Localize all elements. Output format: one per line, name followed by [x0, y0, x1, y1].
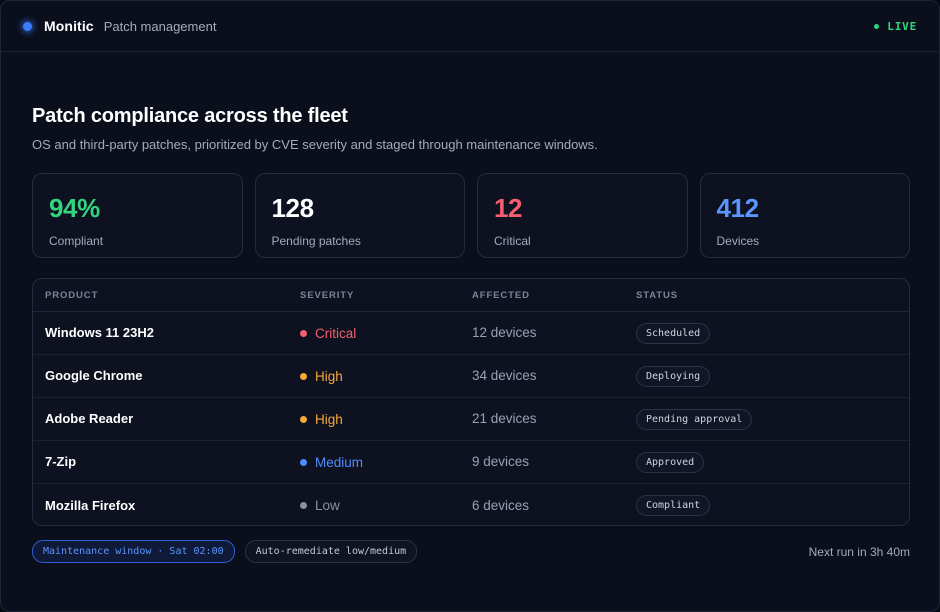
page-header: Patch compliance across the fleet OS and… — [32, 105, 598, 152]
kpi-label: Compliant — [49, 234, 104, 248]
severity: Critical — [300, 326, 472, 341]
kpi-card-compliant[interactable]: 94% Compliant — [32, 173, 243, 258]
severity: High — [300, 412, 472, 427]
product-name: Adobe Reader — [45, 411, 134, 426]
status-badge: Deploying — [636, 365, 711, 387]
severity-dot-icon — [300, 415, 307, 423]
kpi-label: Devices — [716, 234, 760, 248]
column-header-product[interactable]: PRODUCT — [33, 290, 300, 301]
brand-logo-icon — [23, 21, 32, 31]
kpi-value: 12 — [494, 193, 523, 223]
product-name: 7-Zip — [45, 454, 77, 469]
severity-label: High — [315, 368, 343, 384]
kpi-card-devices[interactable]: 412 Devices — [699, 173, 910, 258]
kpi-card-pending-patches[interactable]: 128 Pending patches — [254, 173, 465, 258]
top-bar: Monitic Patch management LIVE — [1, 1, 939, 52]
table-row[interactable]: Mozilla Firefox Low 6 devices Compliant — [33, 484, 909, 525]
table-row[interactable]: 7-Zip Medium 9 devices Approved — [33, 441, 909, 484]
product-name: Windows 11 23H2 — [45, 325, 154, 340]
live-label: LIVE — [887, 19, 917, 33]
brand-name: Monitic — [44, 18, 94, 34]
live-dot-icon — [874, 23, 880, 29]
kpi-value: 412 — [716, 193, 760, 223]
severity-label: Low — [315, 498, 340, 513]
page-description: OS and third-party patches, prioritized … — [32, 137, 598, 152]
table-row[interactable]: Adobe Reader High 21 devices Pending app… — [33, 398, 909, 441]
column-header-severity[interactable]: SEVERITY — [300, 290, 472, 301]
kpi-value: 128 — [271, 193, 315, 223]
footer-bar: Maintenance window · Sat 02:00 Auto-reme… — [32, 540, 910, 563]
column-header-affected[interactable]: AFFECTED — [472, 290, 636, 301]
kpi-label: Critical — [494, 234, 531, 248]
product-name: Mozilla Firefox — [45, 497, 136, 513]
severity-label: Medium — [315, 454, 364, 470]
live-indicator: LIVE — [874, 20, 917, 33]
affected-count: 12 devices — [472, 325, 537, 340]
severity-dot-icon — [300, 372, 307, 380]
severity-dot-icon — [300, 458, 307, 466]
patch-table: PRODUCT SEVERITY AFFECTED STATUS Windows… — [32, 278, 910, 526]
kpi-card-critical[interactable]: 12 Critical — [477, 173, 688, 258]
status-badge: Scheduled — [636, 322, 711, 344]
severity: Low — [300, 498, 472, 513]
status-badge: Pending approval — [636, 408, 753, 430]
page-title: Patch compliance across the fleet — [32, 105, 348, 127]
severity: High — [300, 369, 472, 384]
table-row[interactable]: Google Chrome High 34 devices Deploying — [33, 355, 909, 398]
affected-count: 21 devices — [472, 411, 537, 426]
next-run-text: Next run in 3h 40m — [808, 544, 910, 559]
severity-label: Critical — [315, 325, 357, 341]
kpi-label: Pending patches — [271, 234, 361, 248]
affected-count: 6 devices — [472, 497, 530, 513]
severity: Medium — [300, 455, 472, 470]
maintenance-window-chip[interactable]: Maintenance window · Sat 02:00 — [32, 540, 235, 563]
auto-remediate-chip[interactable]: Auto-remediate low/medium — [244, 540, 418, 563]
product-name: Google Chrome — [45, 368, 143, 383]
severity-dot-icon — [300, 329, 307, 337]
affected-count: 9 devices — [472, 454, 530, 469]
column-header-status[interactable]: STATUS — [636, 290, 909, 301]
kpi-value: 94% — [49, 193, 100, 223]
section-title: Patch management — [103, 18, 217, 34]
kpi-cards: 94% Compliant 128 Pending patches 12 Cri… — [32, 173, 910, 258]
status-badge: Compliant — [636, 495, 711, 516]
affected-count: 34 devices — [472, 368, 537, 383]
severity-label: High — [315, 411, 343, 427]
status-badge: Approved — [636, 451, 705, 473]
severity-dot-icon — [300, 502, 307, 509]
table-row[interactable]: Windows 11 23H2 Critical 12 devices Sche… — [33, 312, 909, 355]
table-header: PRODUCT SEVERITY AFFECTED STATUS — [33, 279, 909, 312]
app-window: Monitic Patch management LIVE Patch comp… — [0, 0, 940, 612]
